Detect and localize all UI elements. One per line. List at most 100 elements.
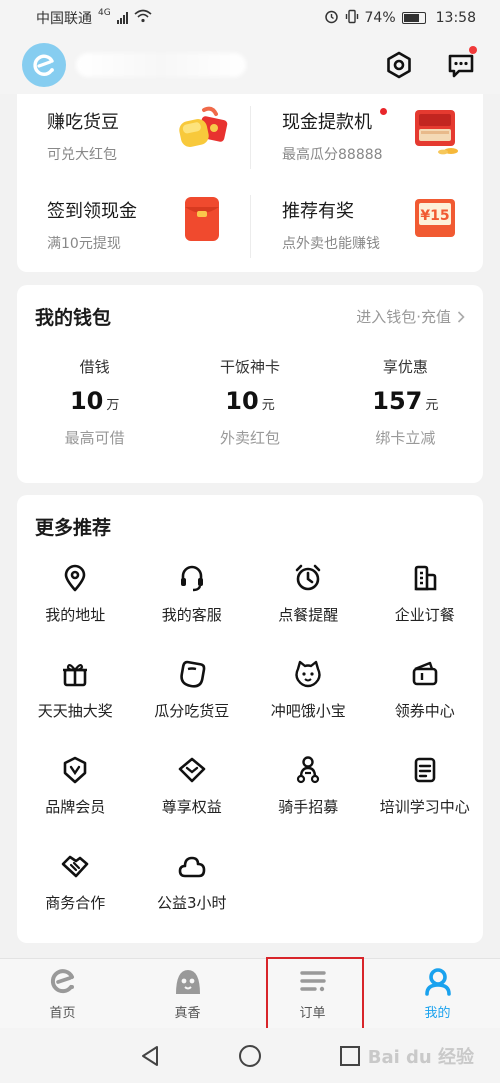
wallet-loan[interactable]: 借钱 10 万 最高可借 xyxy=(17,356,172,448)
service-share-beans[interactable]: 瓜分吃货豆 xyxy=(134,658,251,722)
service-label: 培训学习中心 xyxy=(379,798,470,816)
wallet-col-unit: 元 xyxy=(261,398,275,413)
chevron-right-icon xyxy=(457,310,465,323)
service-label: 冲吧饿小宝 xyxy=(270,702,346,720)
avatar[interactable] xyxy=(22,43,66,87)
service-enterprise[interactable]: 企业订餐 xyxy=(367,562,484,626)
tab-label: 首页 xyxy=(49,1006,76,1021)
promo-checkin-cash[interactable]: 签到领现金 满10元提现 xyxy=(17,183,250,272)
service-address[interactable]: 我的地址 xyxy=(17,562,134,626)
recents-icon[interactable] xyxy=(339,1045,361,1067)
promo-earn-beans[interactable]: 赚吃货豆 可兑大红包 xyxy=(17,94,250,183)
wallet-food-card[interactable]: 干饭神卡 10 元 外卖红包 xyxy=(172,356,327,448)
wallet-col-value: 10 xyxy=(225,387,259,415)
status-bar: 中国联通 4G 74% 13:58 xyxy=(0,0,500,36)
service-charity[interactable]: 公益3小时 xyxy=(134,850,251,914)
service-label: 领券中心 xyxy=(394,702,455,720)
service-business[interactable]: 商务合作 xyxy=(17,850,134,914)
tab-discover[interactable]: 真香 xyxy=(125,959,250,1028)
location-pin-icon xyxy=(59,562,91,594)
alarm-icon xyxy=(324,9,339,28)
battery-icon xyxy=(401,12,426,24)
promo-card: 赚吃货豆 可兑大红包 现金提款机 最高瓜分88888 签到领现金 满10元提现 … xyxy=(17,94,483,272)
hexagon-settings-icon xyxy=(387,51,411,79)
service-brand-member[interactable]: 品牌会员 xyxy=(17,754,134,818)
building-icon xyxy=(409,562,441,594)
headset-icon xyxy=(176,562,208,594)
service-label: 尊享权益 xyxy=(161,798,222,816)
service-label: 品牌会员 xyxy=(45,798,106,816)
profile-header xyxy=(0,36,500,94)
alarm-clock-icon xyxy=(292,562,324,594)
service-rider-recruit[interactable]: 骑手招募 xyxy=(250,754,367,818)
wallet-col-label: 借钱 xyxy=(79,358,110,376)
wallet-col-value: 10 xyxy=(69,387,104,415)
service-label: 点餐提醒 xyxy=(278,606,339,624)
mascot-icon xyxy=(292,658,324,690)
wallet-col-unit: 万 xyxy=(106,398,120,413)
username-blurred[interactable] xyxy=(76,53,246,77)
service-mascot[interactable]: 冲吧饿小宝 xyxy=(250,658,367,722)
wallet-link-label: 进入钱包·充值 xyxy=(356,308,451,326)
service-label: 商务合作 xyxy=(45,894,106,912)
new-dot xyxy=(380,108,387,115)
service-premium-rights[interactable]: 尊享权益 xyxy=(134,754,251,818)
promo-cash-machine[interactable]: 现金提款机 最高瓜分88888 xyxy=(250,94,483,183)
home-e-icon xyxy=(50,969,74,994)
tab-label: 我的 xyxy=(424,1006,451,1021)
settings-button[interactable] xyxy=(382,48,416,82)
wallet-col-note: 最高可借 xyxy=(64,429,125,447)
cloud-heart-icon xyxy=(176,850,208,882)
service-order-reminder[interactable]: 点餐提醒 xyxy=(250,562,367,626)
network-type: 4G xyxy=(98,8,111,18)
service-label: 我的客服 xyxy=(161,606,222,624)
wallet-discount[interactable]: 享优惠 157 元 绑卡立减 xyxy=(328,356,483,448)
messages-button[interactable] xyxy=(444,46,478,82)
tab-home[interactable]: 首页 xyxy=(0,959,125,1028)
rider-icon xyxy=(292,754,324,786)
coins-redpacket-icon xyxy=(179,106,228,147)
wallet-title: 我的钱包 xyxy=(35,307,112,329)
coupon-15-icon: ¥15 xyxy=(415,199,455,237)
unread-dot xyxy=(469,46,477,54)
promo-referral[interactable]: 推荐有奖 点外卖也能赚钱 ¥15 xyxy=(250,183,483,272)
svg-text:¥15: ¥15 xyxy=(420,208,449,224)
home-circle-icon[interactable] xyxy=(237,1043,263,1069)
chat-bubble-icon xyxy=(448,54,474,78)
cash-machine-icon xyxy=(415,110,458,155)
tab-profile[interactable]: 我的 xyxy=(375,959,500,1028)
red-envelope-icon xyxy=(185,197,219,241)
diamond-icon xyxy=(176,754,208,786)
shield-v-icon xyxy=(59,754,91,786)
back-icon[interactable] xyxy=(139,1044,161,1068)
vibrate-icon xyxy=(345,9,359,28)
wifi-icon xyxy=(134,9,152,27)
wallet-col-note: 外卖红包 xyxy=(219,429,280,447)
more-title: 更多推荐 xyxy=(35,517,112,539)
profile-icon xyxy=(424,968,451,996)
mascot-head-icon xyxy=(175,970,200,994)
eleme-logo-icon xyxy=(33,54,54,76)
baidu-watermark: Bai du 经验 xyxy=(367,1047,474,1068)
service-training[interactable]: 培训学习中心 xyxy=(367,754,484,818)
service-label: 我的地址 xyxy=(45,606,106,624)
wallet-coupon-icon xyxy=(409,658,441,690)
service-label: 瓜分吃货豆 xyxy=(154,702,230,720)
service-label: 企业订餐 xyxy=(394,606,455,624)
service-support[interactable]: 我的客服 xyxy=(134,562,251,626)
document-icon xyxy=(409,754,441,786)
signal-icon xyxy=(116,12,128,24)
wallet-col-unit: 元 xyxy=(425,398,439,413)
carrier-name: 中国联通 xyxy=(36,11,92,27)
bottom-tab-bar: 首页 真香 订单 我的 xyxy=(0,958,500,1028)
system-nav-bar: Bai du 经验 xyxy=(0,1028,500,1083)
wallet-col-label: 享优惠 xyxy=(382,358,428,376)
wallet-enter-link[interactable]: 进入钱包·充值 xyxy=(356,306,465,327)
service-coupon-center[interactable]: 领券中心 xyxy=(367,658,484,722)
gift-icon xyxy=(59,658,91,690)
service-label: 公益3小时 xyxy=(156,894,227,912)
service-lottery[interactable]: 天天抽大奖 xyxy=(17,658,134,722)
bean-icon xyxy=(176,658,208,690)
battery-percent: 74% xyxy=(364,10,396,26)
service-label: 骑手招募 xyxy=(278,798,339,816)
